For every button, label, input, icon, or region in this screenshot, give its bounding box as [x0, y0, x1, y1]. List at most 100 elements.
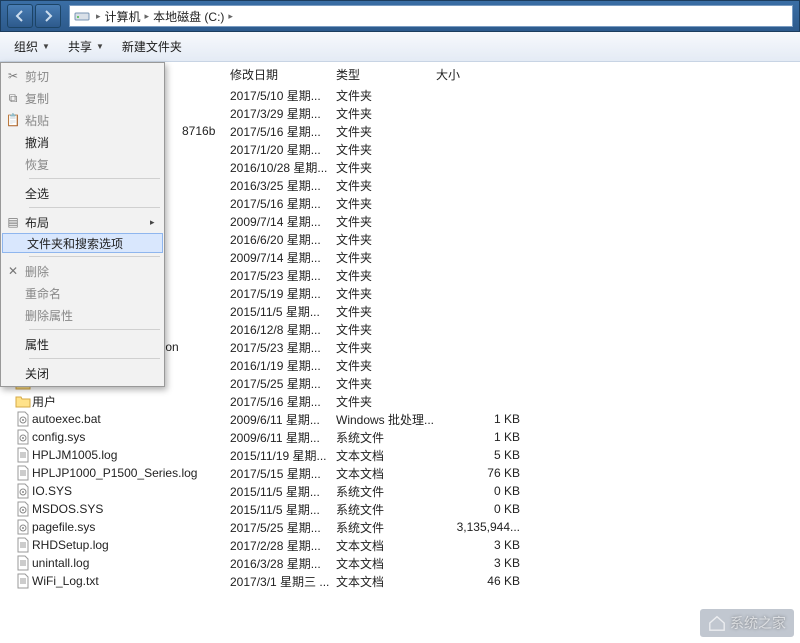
file-type: 文件夹 [336, 231, 436, 248]
chevron-down-icon: ▼ [96, 42, 104, 51]
file-type: 文件夹 [336, 375, 436, 392]
chevron-right-icon: ▸ [94, 11, 103, 22]
table-row[interactable]: unintall.log2016/3/28 星期...文本文档3 KB [14, 554, 800, 572]
txt-icon [14, 573, 32, 589]
file-name: unintall.log [32, 556, 230, 570]
file-date: 2016/12/8 星期... [230, 321, 336, 338]
file-type: 文件夹 [336, 267, 436, 284]
toolbar: 组织 ▼ 共享 ▼ 新建文件夹 [0, 32, 800, 62]
menu-rename[interactable]: 重命名 [1, 282, 164, 304]
file-type: 文件夹 [336, 357, 436, 374]
file-type: 文件夹 [336, 321, 436, 338]
menu-delete[interactable]: ✕ 删除 [1, 260, 164, 282]
file-date: 2016/6/20 星期... [230, 231, 336, 248]
organize-label: 组织 [14, 38, 38, 55]
new-folder-button[interactable]: 新建文件夹 [114, 34, 192, 59]
table-row[interactable]: pagefile.sys2017/5/25 星期...系统文件3,135,944… [14, 518, 800, 536]
column-headers[interactable]: 修改日期 类型 大小 [230, 62, 800, 86]
menu-separator [29, 207, 160, 208]
file-type: 文件夹 [336, 195, 436, 212]
bat-icon [14, 411, 32, 427]
chevron-right-icon: ▸ [150, 217, 164, 228]
organize-button[interactable]: 组织 ▼ [6, 34, 60, 59]
file-type: 文本文档 [336, 537, 436, 554]
file-date: 2015/11/5 星期... [230, 501, 336, 518]
header-date[interactable]: 修改日期 [230, 66, 336, 83]
file-date: 2015/11/5 星期... [230, 303, 336, 320]
menu-remove-properties[interactable]: 删除属性 [1, 304, 164, 326]
menu-close[interactable]: 关闭 [1, 362, 164, 384]
address-bar[interactable]: ▸ 计算机 ▸ 本地磁盘 (C:) ▸ [69, 5, 793, 27]
nav-forward-button[interactable] [35, 4, 61, 28]
file-date: 2016/3/25 星期... [230, 177, 336, 194]
menu-copy[interactable]: ⧉ 复制 [1, 87, 164, 109]
table-row[interactable]: WiFi_Log.txt2017/3/1 星期三 ...文本文档46 KB [14, 572, 800, 590]
file-size: 1 KB [436, 412, 526, 426]
file-type: Windows 批处理... [336, 411, 436, 428]
breadcrumb-segment[interactable]: 计算机 [103, 8, 143, 25]
file-date: 2017/2/28 星期... [230, 537, 336, 554]
file-date: 2017/5/25 星期... [230, 375, 336, 392]
arrow-right-icon [42, 10, 54, 22]
file-type: 文件夹 [336, 303, 436, 320]
file-date: 2009/7/14 星期... [230, 213, 336, 230]
sys-icon [14, 483, 32, 499]
table-row[interactable]: HPLJP1000_P1500_Series.log2017/5/15 星期..… [14, 464, 800, 482]
file-type: 文件夹 [336, 213, 436, 230]
file-size: 3,135,944... [436, 520, 526, 534]
share-button[interactable]: 共享 ▼ [60, 34, 114, 59]
header-type[interactable]: 类型 [336, 66, 436, 83]
menu-select-all[interactable]: 全选 [1, 182, 164, 204]
file-type: 文件夹 [336, 159, 436, 176]
menu-redo[interactable]: 恢复 [1, 153, 164, 175]
menu-undo[interactable]: 撤消 [1, 131, 164, 153]
txt-icon [14, 555, 32, 571]
breadcrumb-segment[interactable]: 本地磁盘 (C:) [151, 8, 226, 25]
file-type: 文件夹 [336, 339, 436, 356]
file-name: 用户 [32, 393, 230, 410]
file-type: 文件夹 [336, 249, 436, 266]
file-name: config.sys [32, 430, 230, 444]
menu-paste[interactable]: 📋 粘贴 [1, 109, 164, 131]
file-date: 2015/11/19 星期... [230, 447, 336, 464]
layout-icon: ▤ [1, 215, 25, 229]
chevron-right-icon: ▸ [143, 11, 152, 22]
copy-icon: ⧉ [1, 91, 25, 106]
menu-properties[interactable]: 属性 [1, 333, 164, 355]
table-row[interactable]: 用户2017/5/16 星期...文件夹 [14, 392, 800, 410]
table-row[interactable]: MSDOS.SYS2015/11/5 星期...系统文件0 KB [14, 500, 800, 518]
file-type: 文件夹 [336, 393, 436, 410]
paste-icon: 📋 [1, 113, 25, 127]
file-date: 2017/1/20 星期... [230, 141, 336, 158]
file-type: 文件夹 [336, 123, 436, 140]
file-name: autoexec.bat [32, 412, 230, 426]
content-area: 修改日期 类型 大小 ✂ 剪切 ⧉ 复制 📋 粘贴 撤消 恢复 全选 [0, 62, 800, 643]
file-date: 2009/7/14 星期... [230, 249, 336, 266]
share-label: 共享 [68, 38, 92, 55]
file-type: 文件夹 [336, 87, 436, 104]
table-row[interactable]: RHDSetup.log2017/2/28 星期...文本文档3 KB [14, 536, 800, 554]
file-size: 0 KB [436, 502, 526, 516]
table-row[interactable]: HPLJM1005.log2015/11/19 星期...文本文档5 KB [14, 446, 800, 464]
table-row[interactable]: autoexec.bat2009/6/11 星期...Windows 批处理..… [14, 410, 800, 428]
header-size[interactable]: 大小 [436, 66, 526, 83]
file-size: 3 KB [436, 556, 526, 570]
menu-layout[interactable]: ▤ 布局 ▸ [1, 211, 164, 233]
sys-icon [14, 519, 32, 535]
file-type: 文本文档 [336, 465, 436, 482]
file-type: 文件夹 [336, 285, 436, 302]
new-folder-label: 新建文件夹 [122, 38, 182, 55]
file-size: 46 KB [436, 574, 526, 588]
menu-separator [29, 256, 160, 257]
file-date: 2017/3/1 星期三 ... [230, 573, 336, 590]
menu-cut[interactable]: ✂ 剪切 [1, 65, 164, 87]
table-row[interactable]: config.sys2009/6/11 星期...系统文件1 KB [14, 428, 800, 446]
file-name: MSDOS.SYS [32, 502, 230, 516]
sys-icon [14, 429, 32, 445]
table-row[interactable]: IO.SYS2015/11/5 星期...系统文件0 KB [14, 482, 800, 500]
nav-back-button[interactable] [7, 4, 33, 28]
file-size: 1 KB [436, 430, 526, 444]
organize-context-menu: ✂ 剪切 ⧉ 复制 📋 粘贴 撤消 恢复 全选 ▤ 布局 ▸ [0, 62, 165, 387]
menu-folder-search-options[interactable]: 文件夹和搜索选项 [2, 233, 163, 253]
txt-icon [14, 447, 32, 463]
